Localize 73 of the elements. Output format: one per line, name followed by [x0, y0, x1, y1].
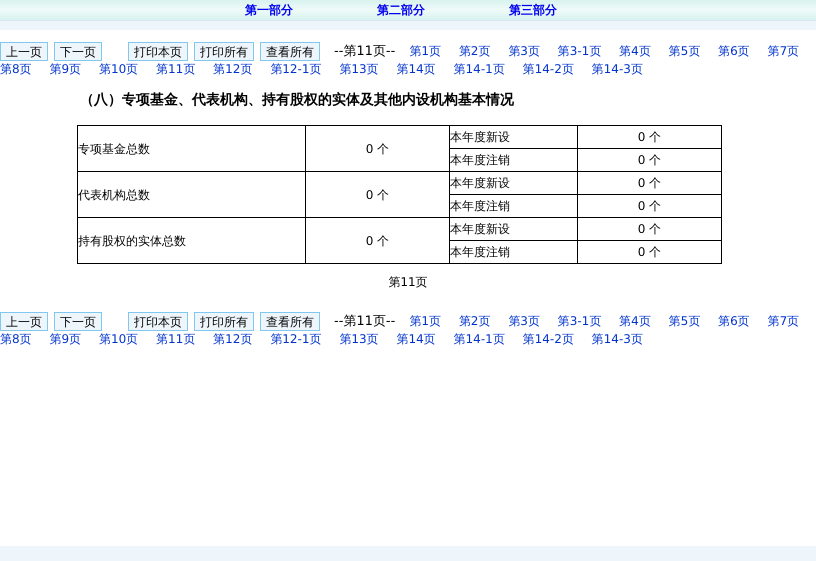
table-cell: 本年度注销	[450, 148, 578, 172]
section-link[interactable]: 第一部分	[245, 1, 293, 19]
page-link[interactable]: 第14-1页	[454, 332, 505, 346]
table-cell: 0 个	[578, 172, 722, 194]
table-cell: 0 个	[306, 126, 450, 172]
page-link[interactable]: 第3页	[508, 44, 540, 58]
nav-button[interactable]: 上一页	[0, 312, 48, 331]
page-link[interactable]: 第14页	[396, 62, 436, 76]
nav-button[interactable]: 下一页	[54, 42, 102, 61]
table-cell: 本年度新设	[450, 126, 578, 148]
table-cell: 0 个	[578, 194, 722, 218]
page-link[interactable]: 第3-1页	[558, 44, 602, 58]
page-link[interactable]: 第14-3页	[592, 332, 643, 346]
page-link[interactable]: 第9页	[49, 332, 82, 346]
table-cell: 0 个	[306, 218, 450, 264]
page-link[interactable]: 第10页	[98, 332, 138, 346]
table-cell: 0 个	[578, 148, 722, 172]
table-cell: 0 个	[578, 218, 722, 240]
table-cell: 0 个	[578, 240, 722, 264]
nav-button[interactable]: 打印本页	[128, 42, 188, 61]
page-link[interactable]: 第12页	[213, 62, 252, 76]
page-link[interactable]: 第3页	[508, 314, 540, 328]
table-cell: 本年度新设	[450, 218, 578, 240]
page-link[interactable]: 第2页	[458, 44, 490, 58]
nav-button[interactable]: 打印所有	[194, 42, 254, 61]
page-link[interactable]: 第12-1页	[270, 62, 322, 76]
nav-button[interactable]: 查看所有	[260, 42, 320, 61]
nav-button[interactable]: 打印所有	[194, 312, 254, 331]
page-link[interactable]: 第2页	[458, 314, 490, 328]
page-link[interactable]: 第3-1页	[558, 314, 602, 328]
page-link[interactable]: 第5页	[668, 314, 700, 328]
page-link[interactable]: 第14-2页	[522, 332, 574, 346]
table-cell: 0 个	[578, 126, 722, 148]
table-cell: 本年度注销	[450, 194, 578, 218]
table-cell: 持有股权的实体总数	[78, 218, 306, 264]
page-link[interactable]: 第8页	[0, 62, 32, 76]
page-link[interactable]: 第11页	[156, 332, 196, 346]
section-link[interactable]: 第三部分	[509, 1, 557, 19]
current-page-text: --第11页--	[334, 314, 396, 328]
page-link[interactable]: 第5页	[668, 44, 700, 58]
page-link[interactable]: 第13页	[339, 62, 379, 76]
page-link[interactable]: 第1页	[409, 314, 441, 328]
table-cell: 0 个	[306, 172, 450, 218]
current-page-text: --第11页--	[334, 44, 396, 58]
page-link[interactable]: 第12-1页	[270, 332, 322, 346]
page-link[interactable]: 第4页	[619, 314, 651, 328]
page-link[interactable]: 第7页	[768, 44, 800, 58]
table-cell: 本年度注销	[450, 240, 578, 264]
nav-button[interactable]: 上一页	[0, 42, 48, 61]
table-cell: 专项基金总数	[78, 126, 306, 172]
nav-button[interactable]: 下一页	[54, 312, 102, 331]
page-link[interactable]: 第14页	[396, 332, 436, 346]
page-link[interactable]: 第13页	[339, 332, 379, 346]
page-link[interactable]: 第1页	[409, 44, 441, 58]
page-link[interactable]: 第9页	[49, 62, 82, 76]
table-cell: 代表机构总数	[78, 172, 306, 218]
page-link[interactable]: 第14-2页	[522, 62, 574, 76]
page-link[interactable]: 第8页	[0, 332, 32, 346]
page-link[interactable]: 第14-1页	[454, 62, 505, 76]
page-link[interactable]: 第11页	[156, 62, 196, 76]
nav-button[interactable]: 打印本页	[128, 312, 188, 331]
table-cell: 本年度新设	[450, 172, 578, 194]
section-heading: （八）专项基金、代表机构、持有股权的实体及其他内设机构基本情况	[80, 90, 515, 110]
page-link[interactable]: 第12页	[213, 332, 252, 346]
page-link[interactable]: 第6页	[718, 314, 750, 328]
section-link[interactable]: 第二部分	[377, 1, 425, 19]
page-link[interactable]: 第6页	[718, 44, 750, 58]
page-link[interactable]: 第7页	[768, 314, 800, 328]
page-number: 第11页	[388, 274, 428, 291]
page-link[interactable]: 第14-3页	[592, 62, 643, 76]
page-link[interactable]: 第10页	[98, 62, 138, 76]
page-link[interactable]: 第4页	[619, 44, 651, 58]
nav-button[interactable]: 查看所有	[260, 312, 320, 331]
